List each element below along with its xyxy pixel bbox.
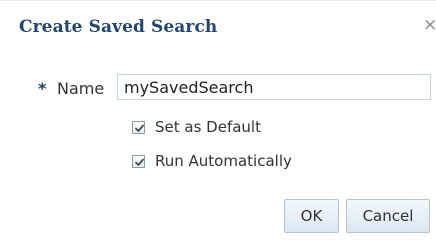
set-as-default-label[interactable]: Set as Default bbox=[155, 118, 261, 136]
dialog-top-border bbox=[0, 0, 436, 1]
cancel-button[interactable]: Cancel bbox=[346, 199, 430, 233]
run-automatically-checkbox[interactable] bbox=[132, 154, 145, 168]
ok-button[interactable]: OK bbox=[284, 199, 339, 233]
checkmark-icon bbox=[135, 124, 144, 132]
name-input[interactable] bbox=[117, 74, 431, 100]
set-as-default-checkbox[interactable] bbox=[132, 120, 145, 134]
close-icon[interactable]: × bbox=[423, 15, 436, 35]
name-label: Name bbox=[57, 79, 105, 98]
required-marker: * bbox=[38, 79, 47, 98]
create-saved-search-dialog: Create Saved Search × * Name Set as Defa… bbox=[0, 0, 436, 240]
checkmark-icon bbox=[135, 158, 144, 166]
run-automatically-label[interactable]: Run Automatically bbox=[155, 152, 292, 170]
run-automatically-option[interactable]: Run Automatically bbox=[132, 151, 292, 171]
dialog-title: Create Saved Search bbox=[19, 17, 218, 37]
set-as-default-option[interactable]: Set as Default bbox=[132, 117, 261, 137]
